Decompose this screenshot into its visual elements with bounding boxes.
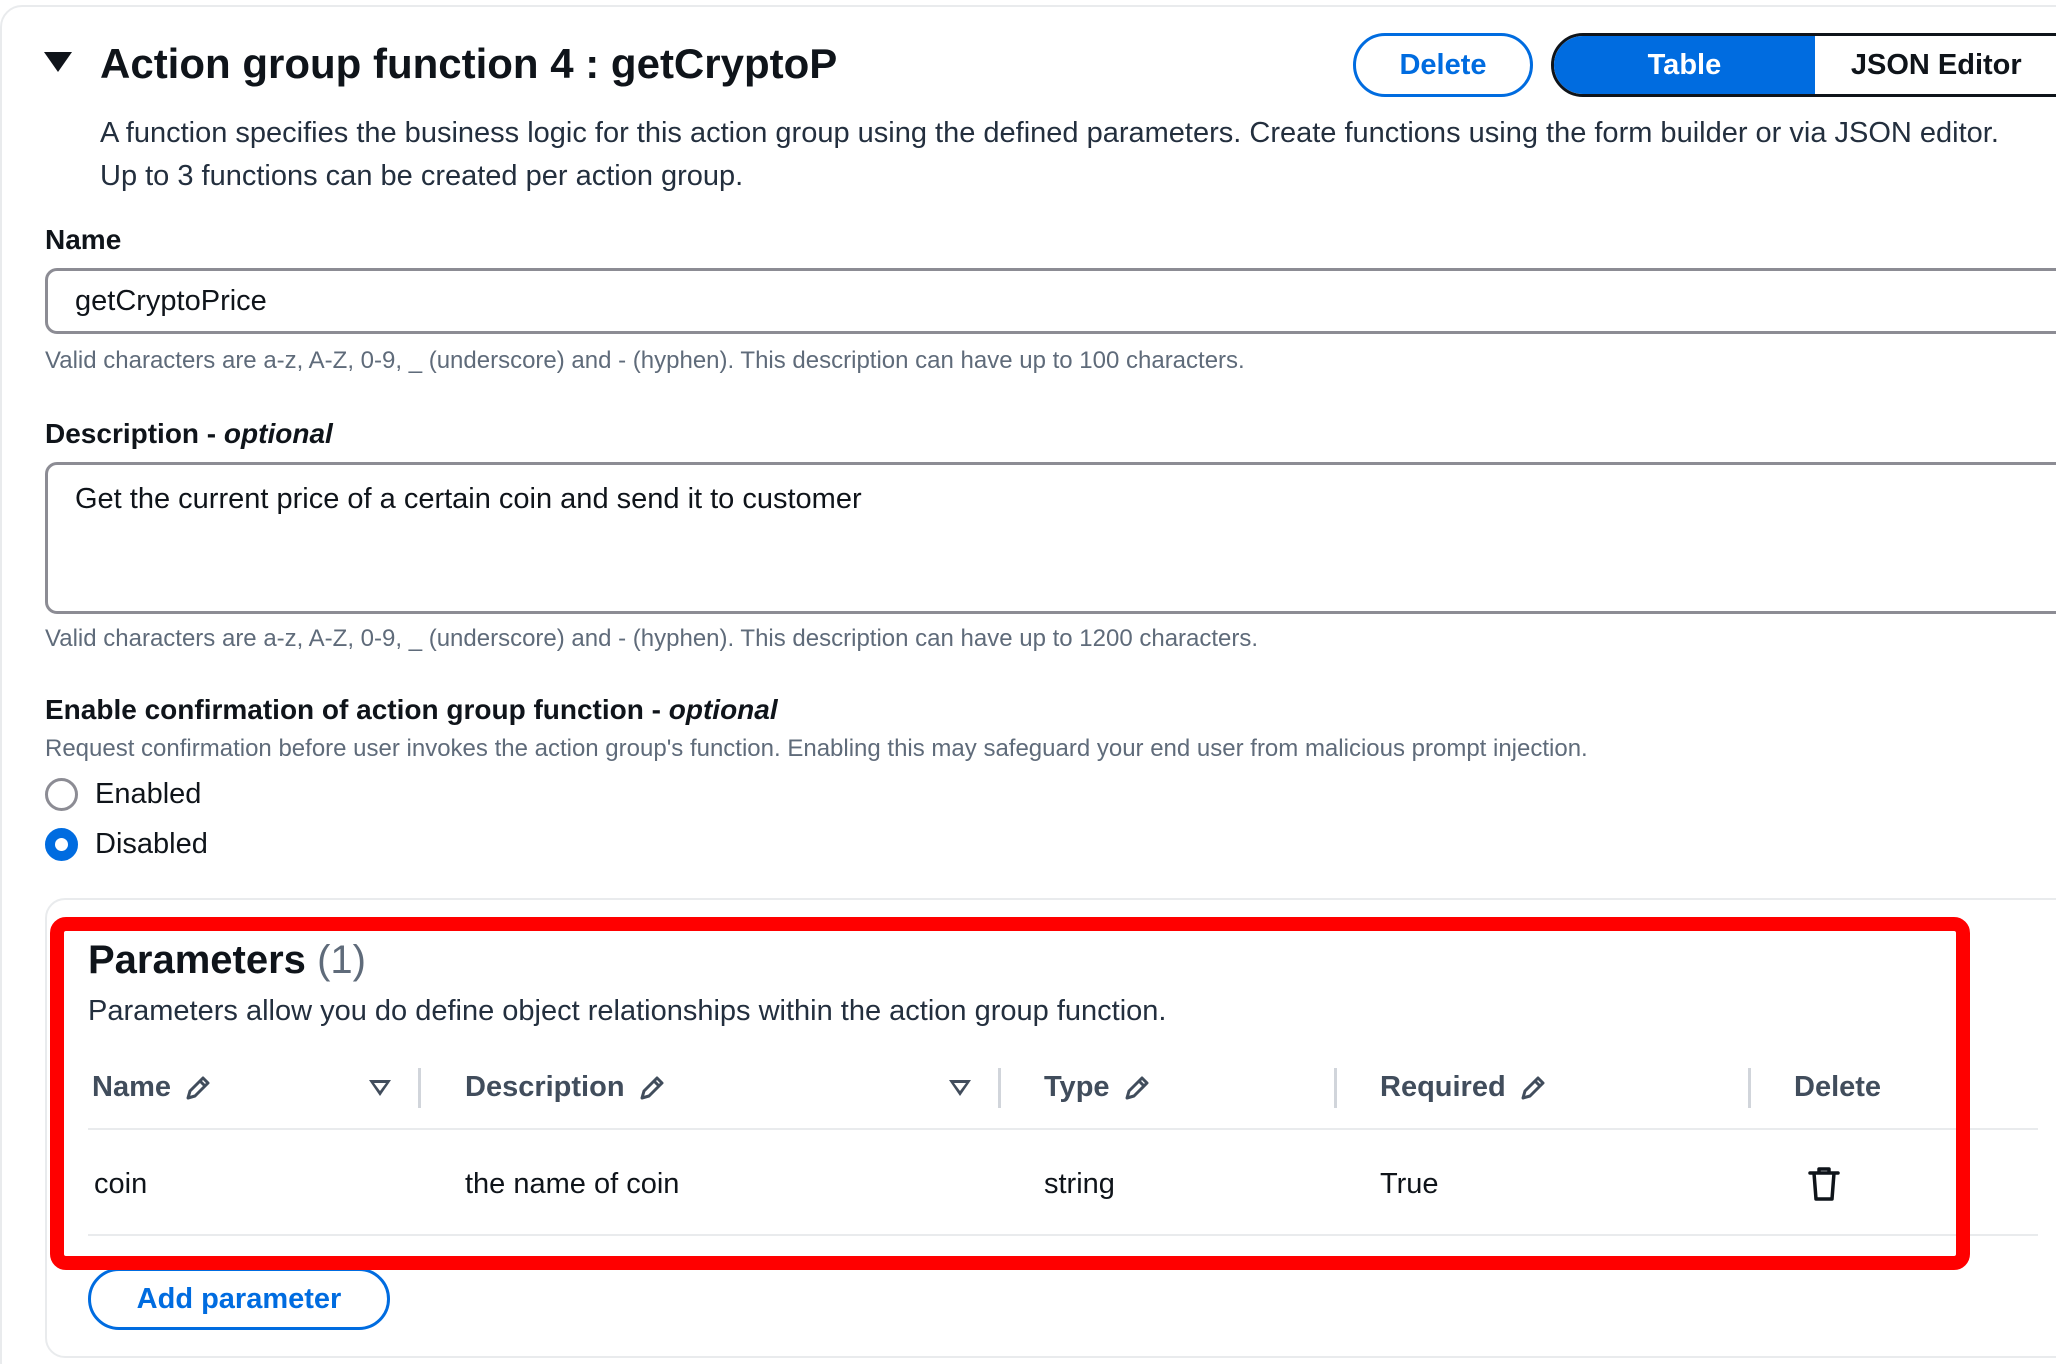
view-toggle: Table JSON Editor [1551, 33, 2056, 97]
confirmation-hint: Request confirmation before user invokes… [45, 735, 1588, 762]
edit-pencil-icon [186, 1076, 210, 1099]
radio-enabled-circle[interactable] [45, 778, 78, 811]
filter-caret-icon[interactable] [949, 1080, 971, 1096]
trash-icon[interactable] [1807, 1166, 1841, 1202]
parameters-title-text: Parameters [88, 938, 306, 982]
description-textarea-value: Get the current price of a certain coin … [75, 483, 862, 515]
description-label: Description - optional [45, 418, 333, 449]
table-header-divider [88, 1128, 2038, 1130]
column-header-required-label: Required [1380, 1071, 1506, 1103]
column-header-delete: Delete [1794, 1071, 1881, 1104]
collapse-caret-icon[interactable] [44, 52, 72, 72]
function-description-line1: A function specifies the business logic … [100, 117, 1999, 149]
name-hint: Valid characters are a-z, A-Z, 0-9, _ (u… [45, 347, 1245, 374]
column-header-description[interactable]: Description [465, 1071, 667, 1104]
column-header-required[interactable]: Required [1380, 1071, 1548, 1104]
edit-pencil-icon [640, 1076, 664, 1099]
column-divider[interactable] [418, 1068, 421, 1108]
function-description-line2: Up to 3 functions can be created per act… [100, 160, 744, 192]
name-input-value: getCryptoPrice [75, 284, 267, 317]
name-label: Name [45, 224, 122, 255]
description-textarea[interactable]: Get the current price of a certain coin … [45, 462, 2056, 614]
cell-name[interactable]: coin [94, 1168, 147, 1201]
parameters-title: Parameters (1) [88, 938, 366, 983]
function-title: Action group function 4 : getCryptoP [100, 40, 838, 87]
function-description: A function specifies the business logic … [100, 112, 1999, 198]
add-parameter-button[interactable]: Add parameter [88, 1268, 390, 1330]
tab-json-editor[interactable]: JSON Editor [1815, 36, 2056, 94]
column-header-name[interactable]: Name [92, 1071, 213, 1104]
radio-enabled-label: Enabled [95, 778, 202, 810]
cell-description[interactable]: the name of coin [465, 1168, 679, 1201]
table-row-divider [88, 1234, 2038, 1236]
description-label-optional: optional [223, 418, 333, 449]
parameters-description: Parameters allow you do define object re… [88, 995, 1167, 1027]
tab-table[interactable]: Table [1554, 36, 1815, 94]
column-header-type[interactable]: Type [1044, 1071, 1152, 1104]
confirmation-label-text: Enable confirmation of action group func… [45, 694, 644, 725]
radio-disabled[interactable]: Disabled [45, 828, 208, 861]
delete-function-button[interactable]: Delete [1353, 33, 1533, 97]
column-divider[interactable] [1748, 1068, 1751, 1108]
column-divider[interactable] [998, 1068, 1001, 1108]
column-header-description-label: Description [465, 1071, 625, 1103]
radio-disabled-label: Disabled [95, 828, 208, 860]
column-header-type-label: Type [1044, 1071, 1110, 1103]
radio-disabled-circle[interactable] [45, 828, 78, 861]
column-header-delete-label: Delete [1794, 1071, 1882, 1103]
description-label-text: Description [45, 418, 200, 449]
edit-pencil-icon [1521, 1076, 1545, 1099]
confirmation-label-optional: optional [668, 694, 778, 725]
name-input[interactable]: getCryptoPrice [45, 268, 2056, 334]
column-header-name-label: Name [92, 1071, 171, 1103]
edit-pencil-icon [1125, 1076, 1149, 1099]
confirmation-label: Enable confirmation of action group func… [45, 694, 778, 725]
cell-required[interactable]: True [1380, 1168, 1439, 1201]
radio-enabled[interactable]: Enabled [45, 778, 201, 811]
parameters-count: (1) [317, 938, 366, 982]
column-divider[interactable] [1334, 1068, 1337, 1108]
description-hint: Valid characters are a-z, A-Z, 0-9, _ (u… [45, 625, 1259, 652]
filter-caret-icon[interactable] [369, 1080, 391, 1096]
cell-type[interactable]: string [1044, 1168, 1115, 1201]
